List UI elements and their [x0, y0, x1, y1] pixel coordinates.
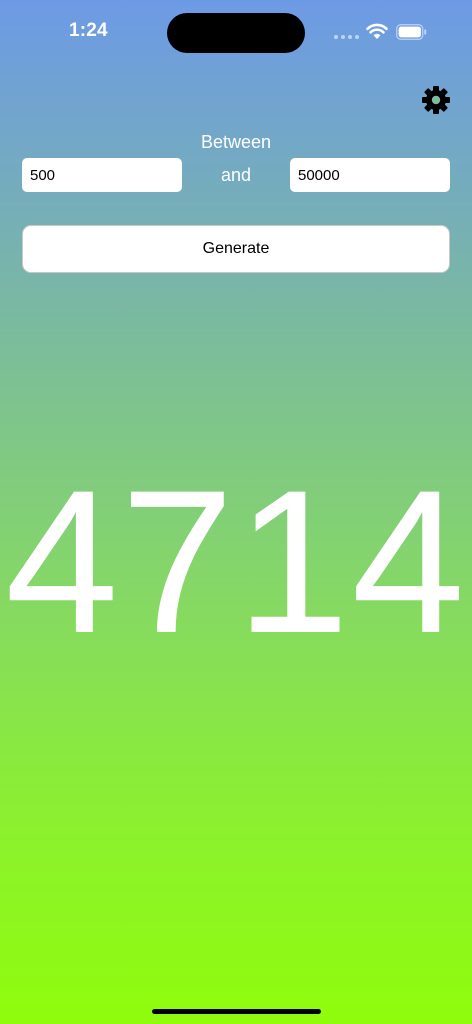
dynamic-island — [167, 13, 305, 53]
between-label: Between — [200, 132, 272, 152]
generate-button[interactable]: Generate — [22, 225, 450, 273]
max-value-input[interactable] — [290, 158, 450, 192]
signal-icon — [334, 35, 359, 39]
battery-icon — [396, 24, 427, 40]
wifi-icon — [366, 23, 388, 39]
result-number: 4714 — [5, 448, 467, 676]
and-label: and — [220, 165, 252, 185]
gear-icon — [422, 86, 450, 114]
settings-button[interactable] — [420, 84, 452, 116]
status-time: 1:24 — [69, 20, 108, 41]
min-value-input[interactable] — [22, 158, 182, 192]
home-indicator — [152, 1009, 321, 1014]
